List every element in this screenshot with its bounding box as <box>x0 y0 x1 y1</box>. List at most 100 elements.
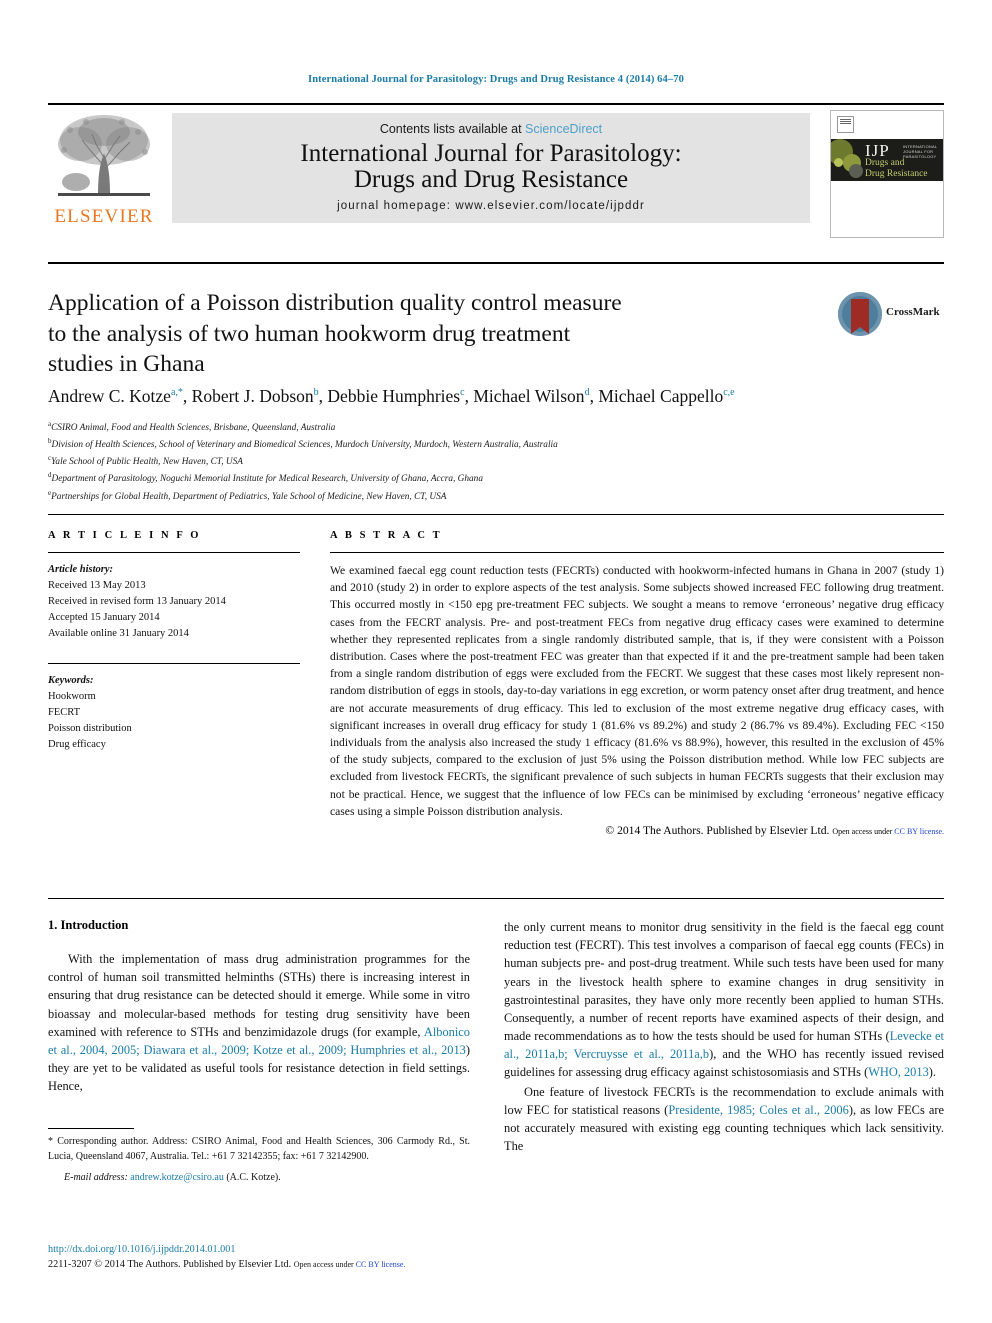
history-item: Received 13 May 2013 <box>48 579 146 591</box>
history-item: Received in revised form 13 January 2014 <box>48 595 226 607</box>
page-footer: http://dx.doi.org/10.1016/j.ijpddr.2014.… <box>48 1242 648 1273</box>
article-title-line3: studies in Ghana <box>48 351 205 378</box>
article-history-label: Article history: <box>48 564 114 575</box>
abstract-section-bottom-divider <box>48 898 944 899</box>
journal-masthead-band: Contents lists available at ScienceDirec… <box>172 113 810 223</box>
body-column-left: 1. Introduction With the implementation … <box>48 918 470 1096</box>
journal-title: International Journal for Parasitology: … <box>172 141 810 193</box>
author-marks: c <box>460 387 465 399</box>
abstract-heading: A B S T R A C T <box>330 530 443 541</box>
author-name: Michael Cappello <box>598 386 724 406</box>
article-info-divider <box>48 552 300 553</box>
author-item: Robert J. Dobsonb <box>192 386 319 406</box>
corresponding-author-footnote: * Corresponding author. Address: CSIRO A… <box>48 1128 470 1185</box>
author-marks: a,* <box>170 387 183 399</box>
citation-link[interactable]: WHO, 2013 <box>868 1065 929 1079</box>
abstract-text: We examined faecal egg count reduction t… <box>330 564 944 818</box>
footer-cc-by-license-link[interactable]: CC BY license. <box>356 1260 406 1269</box>
contents-prefix: Contents lists available at <box>379 122 526 136</box>
intro-paragraph-left: With the implementation of mass drug adm… <box>48 950 470 1095</box>
journal-cover-thumbnail: IJP INTERNATIONAL JOURNAL FOR PARASITOLO… <box>830 110 944 238</box>
section-heading-introduction: 1. Introduction <box>48 918 129 932</box>
author-name: Michael Wilson <box>473 386 585 406</box>
crossmark-circle-icon <box>838 292 882 336</box>
text-segment: the only current means to monitor drug s… <box>504 920 944 1044</box>
keyword-item: FECRT <box>48 706 81 718</box>
article-title-line2: to the analysis of two human hookworm dr… <box>48 320 571 347</box>
author-marks: d <box>584 387 590 399</box>
issn-copyright-line: 2211-3207 © 2014 The Authors. Published … <box>48 1257 648 1272</box>
author-name: Debbie Humphries <box>327 386 461 406</box>
crossmark-label: CrossMark <box>886 306 940 318</box>
abstract-section-top-divider <box>48 514 944 515</box>
contents-available-line: Contents lists available at ScienceDirec… <box>172 113 810 136</box>
affiliation-item: dDepartment of Parasitology, Noguchi Mem… <box>48 470 944 487</box>
cover-corner-mark-icon <box>837 116 854 133</box>
journal-title-line1: International Journal for Parasitology: <box>300 140 682 167</box>
cover-circle-3-icon <box>834 158 843 167</box>
keyword-item: Hookworm <box>48 690 96 702</box>
author-marks: b <box>313 387 319 399</box>
cover-acronym-subtitle: INTERNATIONAL JOURNAL FOR PARASITOLOGY <box>903 144 938 159</box>
text-segment: With the implementation of mass drug adm… <box>48 952 470 1039</box>
elsevier-logo: ELSEVIER <box>50 110 158 236</box>
article-history-block: Article history: Received 13 May 2013 Re… <box>48 562 300 642</box>
author-name: Robert J. Dobson <box>191 386 314 406</box>
keywords-block: Keywords: Hookworm FECRT Poisson distrib… <box>48 662 300 753</box>
sciencedirect-link[interactable]: ScienceDirect <box>525 122 602 136</box>
title-divider <box>48 262 944 264</box>
keywords-divider <box>48 662 300 664</box>
text-segment: ). <box>928 1065 937 1080</box>
abstract-copyright: © 2014 The Authors. Published by Elsevie… <box>330 824 944 837</box>
crossmark-badge[interactable]: CrossMark <box>838 292 944 338</box>
footnote-divider <box>48 1128 134 1129</box>
keyword-item: Drug efficacy <box>48 738 106 750</box>
author-name: Andrew C. Kotze <box>48 386 171 406</box>
author-item: Michael Cappelloc,e <box>598 386 734 406</box>
journal-homepage-link[interactable]: journal homepage: www.elsevier.com/locat… <box>172 200 810 212</box>
email-suffix: (A.C. Kotze). <box>223 1171 281 1183</box>
article-info-heading: A R T I C L E I N F O <box>48 530 202 541</box>
cover-band: IJP INTERNATIONAL JOURNAL FOR PARASITOLO… <box>831 139 943 181</box>
affiliation-list: aCSIRO Animal, Food and Health Sciences,… <box>48 419 944 505</box>
affiliation-text: Yale School of Public Health, New Haven,… <box>51 457 243 468</box>
author-item: Michael Wilsond <box>473 386 589 406</box>
affiliation-text: Partnerships for Global Health, Departme… <box>51 491 447 502</box>
page-title: Application of a Poisson distribution qu… <box>48 288 808 380</box>
intro-paragraph-right-1: the only current means to monitor drug s… <box>504 918 944 1082</box>
footer-open-access-text: Open access under <box>293 1260 356 1270</box>
keyword-item: Poisson distribution <box>48 722 132 734</box>
affiliation-item: bDivision of Health Sciences, School of … <box>48 436 944 453</box>
paper-page: International Journal for Parasitology: … <box>0 0 992 1323</box>
footnote-address: * Corresponding author. Address: CSIRO A… <box>48 1136 470 1162</box>
citation-link[interactable]: Presidente, 1985; Coles et al., 2006 <box>668 1103 849 1117</box>
open-access-text: Open access under <box>832 827 895 837</box>
running-head: International Journal for Parasitology: … <box>308 74 684 85</box>
author-item: Debbie Humphriesc <box>327 386 464 406</box>
elsevier-wordmark: ELSEVIER <box>54 206 154 227</box>
affiliation-text: Division of Health Sciences, School of V… <box>51 440 558 451</box>
doi-link[interactable]: http://dx.doi.org/10.1016/j.ijpddr.2014.… <box>48 1242 648 1257</box>
issn-text: 2211-3207 © 2014 The Authors. Published … <box>48 1259 292 1271</box>
cover-subtitle-line2: Drug Resistance <box>865 169 928 180</box>
email-link[interactable]: andrew.kotze@csiro.au <box>130 1172 224 1183</box>
cover-subtitle-line1: Drugs and <box>865 158 905 168</box>
elsevier-tree-icon <box>50 110 158 206</box>
author-marks: c,e <box>723 387 735 399</box>
affiliation-item: cYale School of Public Health, New Haven… <box>48 453 944 470</box>
history-item: Available online 31 January 2014 <box>48 627 189 639</box>
article-title-line1: Application of a Poisson distribution qu… <box>48 290 622 316</box>
affiliation-text: CSIRO Animal, Food and Health Sciences, … <box>51 423 336 434</box>
cover-subtitle: Drugs and Drug Resistance <box>865 158 928 180</box>
footnote-email-line: E-mail address: andrew.kotze@csiro.au (A… <box>48 1171 470 1186</box>
affiliation-item: aCSIRO Animal, Food and Health Sciences,… <box>48 419 944 436</box>
cover-circle-4-icon <box>849 164 863 178</box>
journal-title-line2: Drugs and Drug Resistance <box>353 166 629 193</box>
author-item: Andrew C. Kotzea,* <box>48 386 183 406</box>
affiliation-text: Department of Parasitology, Noguchi Memo… <box>51 474 483 485</box>
copyright-text: © 2014 The Authors. Published by Elsevie… <box>605 824 830 838</box>
keywords-label: Keywords: <box>48 674 94 686</box>
body-column-right: the only current means to monitor drug s… <box>504 918 944 1156</box>
cc-by-license-link[interactable]: CC BY license. <box>894 827 944 836</box>
affiliation-item: ePartnerships for Global Health, Departm… <box>48 488 944 505</box>
